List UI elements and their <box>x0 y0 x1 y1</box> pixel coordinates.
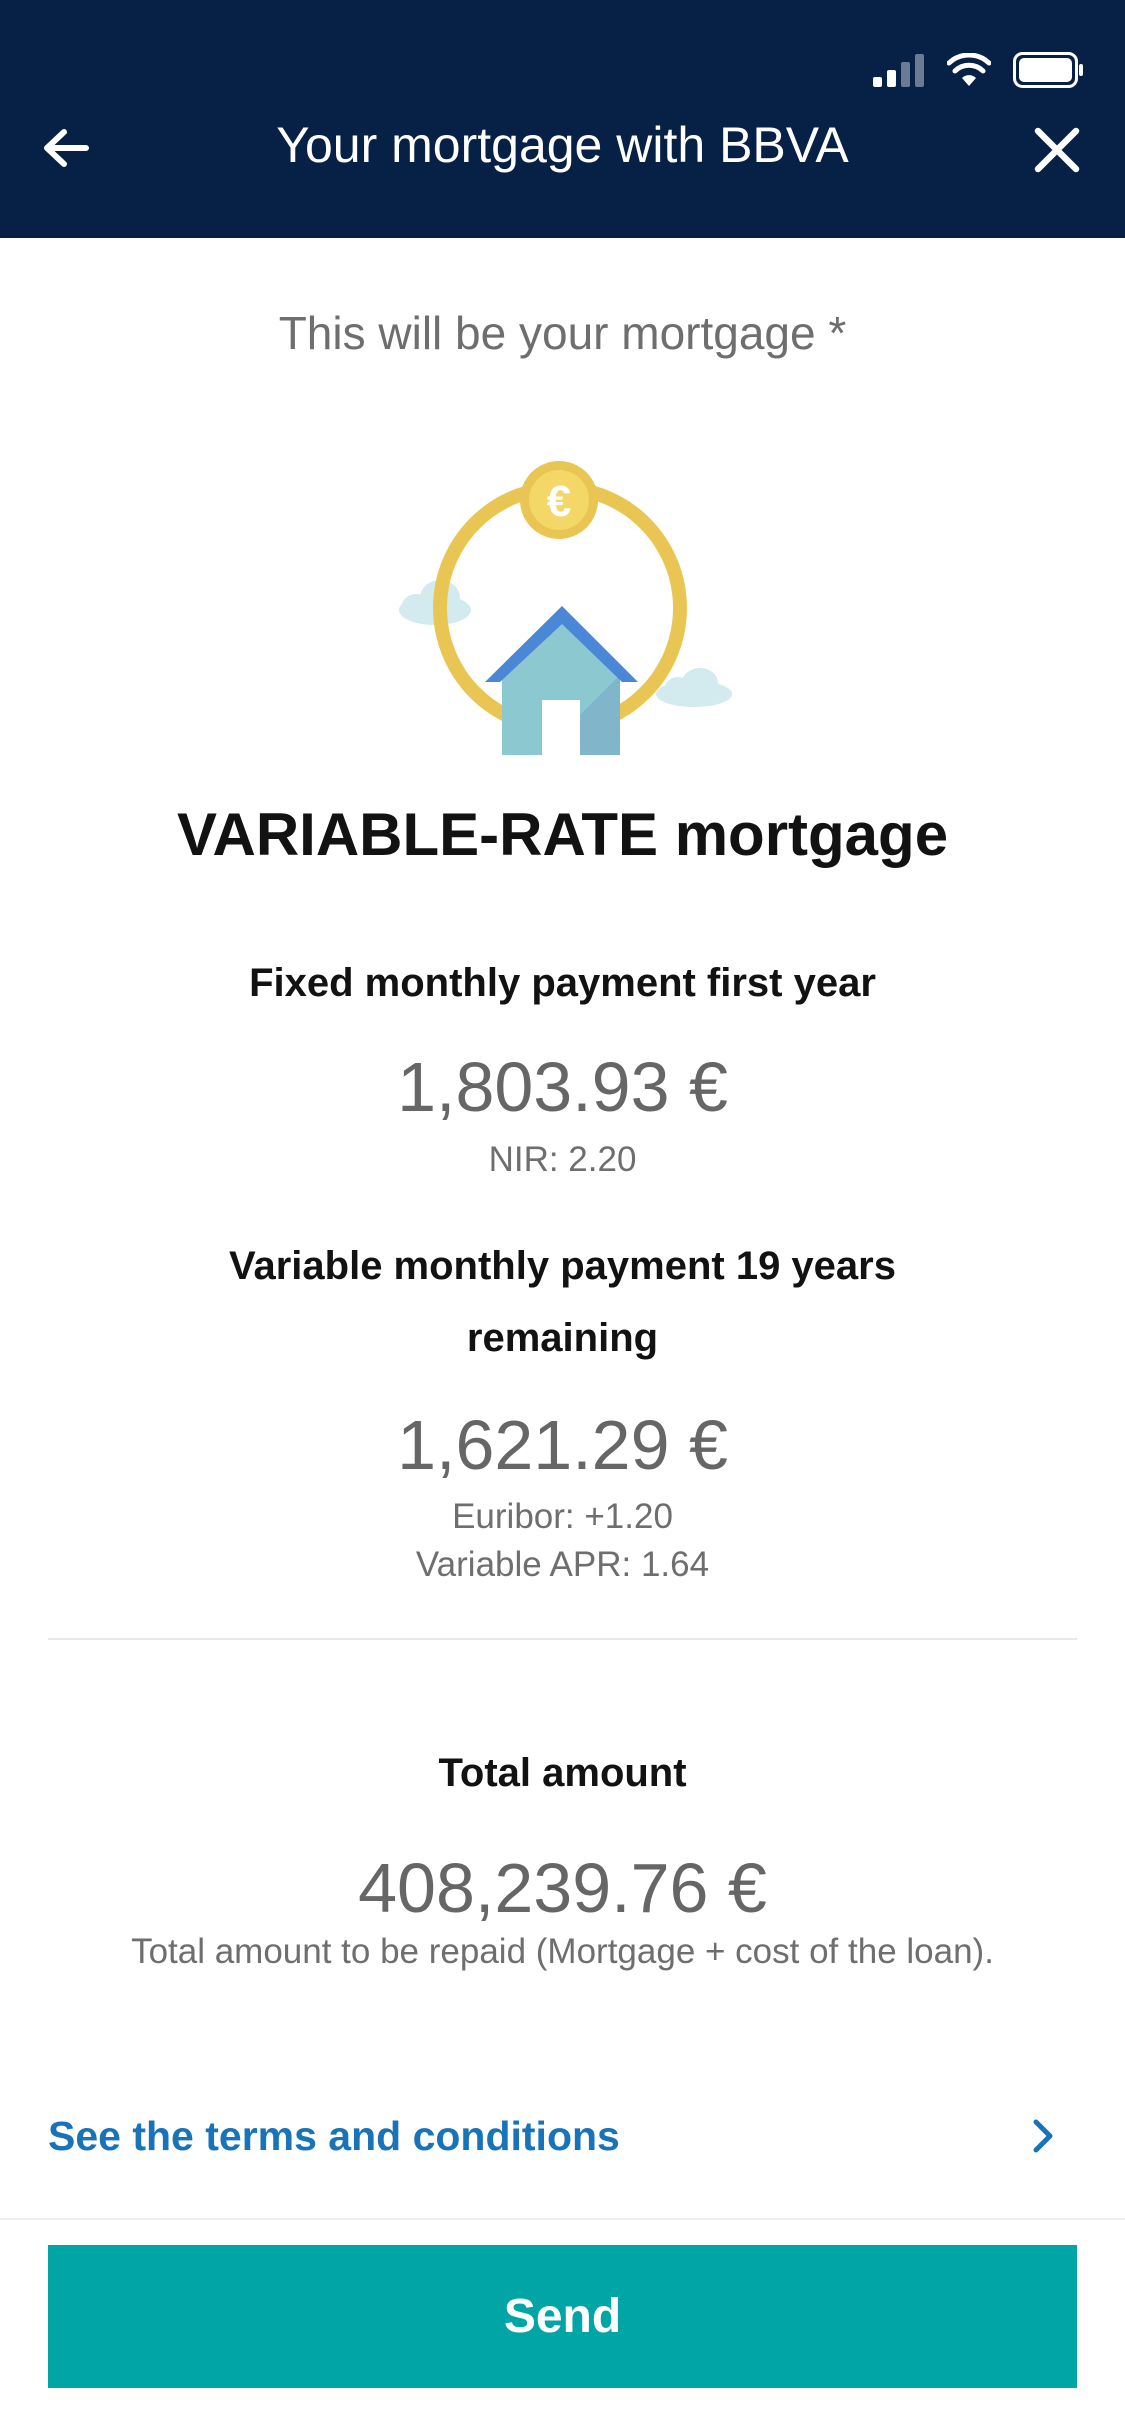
footer-divider <box>0 2218 1125 2220</box>
variable-payment-amount: 1,621.29 € <box>397 1406 728 1484</box>
close-icon <box>1034 127 1080 173</box>
section-divider <box>48 1638 1077 1640</box>
close-button[interactable] <box>1017 110 1097 190</box>
nir-value: NIR: 2.20 <box>488 1140 637 1179</box>
chevron-right-icon <box>1023 2116 1063 2156</box>
arrow-left-icon <box>44 129 89 167</box>
mortgage-summary-screen: Your mortgage with BBVA This will be you… <box>0 0 1125 2436</box>
total-amount-heading: Total amount <box>438 1751 687 1795</box>
navigation-header: Your mortgage with BBVA <box>0 0 1125 238</box>
variable-apr-value: Variable APR: 1.64 <box>415 1545 710 1584</box>
terms-link-label: See the terms and conditions <box>48 2112 620 2159</box>
mortgage-type-title: VARIABLE-RATE mortgage <box>176 801 949 868</box>
cellular-signal-icon <box>873 54 924 87</box>
house-icon <box>485 606 638 755</box>
back-button[interactable] <box>28 110 104 186</box>
battery-icon <box>1013 52 1083 88</box>
variable-payment-heading: Variable monthly payment 19 years remain… <box>229 1244 896 1360</box>
fixed-payment-amount: 1,803.93 € <box>397 1048 728 1126</box>
terms-and-conditions-link[interactable]: See the terms and conditions <box>48 2098 1077 2174</box>
header-title: Your mortgage with BBVA <box>276 117 849 173</box>
euro-coin-icon: € <box>520 461 598 539</box>
wifi-icon <box>947 53 991 86</box>
fixed-payment-heading: Fixed monthly payment first year <box>249 961 876 1005</box>
page-subtitle: This will be your mortgage * <box>278 307 847 359</box>
status-bar <box>873 48 1085 92</box>
euribor-value: Euribor: +1.20 <box>452 1497 673 1536</box>
total-amount-note: Total amount to be repaid (Mortgage + co… <box>131 1932 994 1971</box>
euro-symbol: € <box>547 477 571 526</box>
house-euro-coin-illustration: € <box>399 461 732 755</box>
total-amount-value: 408,239.76 € <box>358 1849 767 1927</box>
send-button[interactable]: Send <box>48 2245 1077 2388</box>
